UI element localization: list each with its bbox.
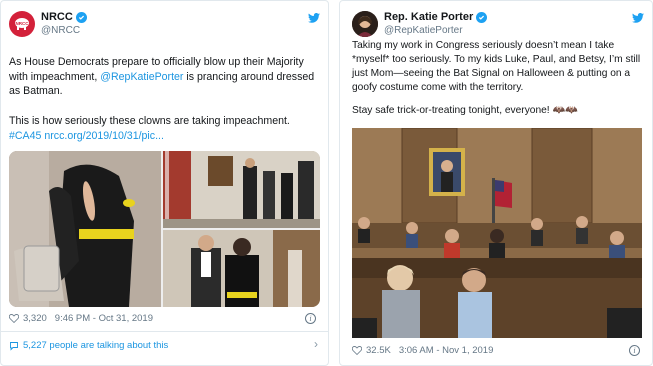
twitter-bird-icon[interactable] [632, 13, 644, 23]
author-display-name-row[interactable]: NRCC [41, 11, 87, 24]
author-handle[interactable]: @NRCC [41, 24, 87, 37]
tweet-body: As House Democrats prepare to officially… [9, 55, 321, 99]
hearing-room-photo[interactable] [352, 128, 642, 338]
heart-icon[interactable] [352, 346, 362, 355]
info-icon[interactable]: i [305, 313, 316, 324]
hashtag-link[interactable]: #CA45 [9, 130, 41, 142]
tweet-body: Taking my work in Congress seriously doe… [352, 40, 641, 93]
verified-icon [476, 12, 488, 23]
footer-divider [1, 331, 328, 332]
conversation-link[interactable]: 5,227 people are talking about this [9, 340, 168, 351]
elephant-logo-icon: NRCC [15, 18, 30, 30]
tweet-header: NRCC NRCC @NRCC [9, 11, 320, 45]
heart-icon[interactable] [9, 314, 19, 323]
like-count[interactable]: 32.5K [366, 345, 391, 356]
verified-icon [75, 12, 87, 23]
porter-avatar[interactable] [352, 11, 378, 37]
batman-costume-photo[interactable] [9, 151, 161, 307]
tweet-body-line2: This is how seriously these clowns are t… [9, 115, 290, 127]
tweet-timestamp[interactable]: 9:46 PM - Oct 31, 2019 [55, 313, 153, 324]
like-count[interactable]: 3,320 [23, 313, 47, 324]
author-handle[interactable]: @RepKatiePorter [384, 24, 487, 37]
hallway-photo[interactable] [163, 151, 320, 228]
talking-count-text[interactable]: 5,227 people are talking about this [23, 340, 168, 351]
photo-grid[interactable] [9, 151, 320, 307]
author-names: Rep. Katie Porter @RepKatiePorter [384, 11, 488, 37]
author-names: NRCC @NRCC [41, 11, 87, 37]
tweet-stats: 32.5K 3:06 AM - Nov 1, 2019 [352, 345, 493, 356]
nrcc-avatar[interactable]: NRCC [9, 11, 35, 37]
mention-link[interactable]: @RepKatiePorter [100, 71, 183, 83]
author-display-name[interactable]: Rep. Katie Porter [384, 11, 473, 24]
tweet-body-line2: Stay safe trick-or-treating tonight, eve… [352, 105, 578, 116]
chevron-right-icon[interactable]: › [314, 337, 318, 351]
tweet-body-second: This is how seriously these clowns are t… [9, 114, 321, 143]
porter-tweet-card[interactable]: Rep. Katie Porter @RepKatiePorter Taking… [339, 0, 653, 366]
tweet-timestamp[interactable]: 3:06 AM - Nov 1, 2019 [399, 345, 494, 356]
info-icon[interactable]: i [629, 345, 640, 356]
conversation-photo[interactable] [163, 230, 320, 307]
nrcc-tweet-card[interactable]: NRCC NRCC @NRCC As House Democrats prepa… [0, 0, 329, 366]
tweet-stats: 3,320 9:46 PM - Oct 31, 2019 [9, 313, 153, 324]
speech-bubble-icon [10, 341, 18, 351]
twitter-bird-icon[interactable] [308, 13, 320, 23]
url-link[interactable]: nrcc.org/2019/10/31/pic... [44, 130, 164, 142]
avatar-logo-text: NRCC [16, 21, 30, 26]
author-display-name[interactable]: NRCC [41, 11, 73, 24]
author-display-name-row[interactable]: Rep. Katie Porter [384, 11, 488, 24]
